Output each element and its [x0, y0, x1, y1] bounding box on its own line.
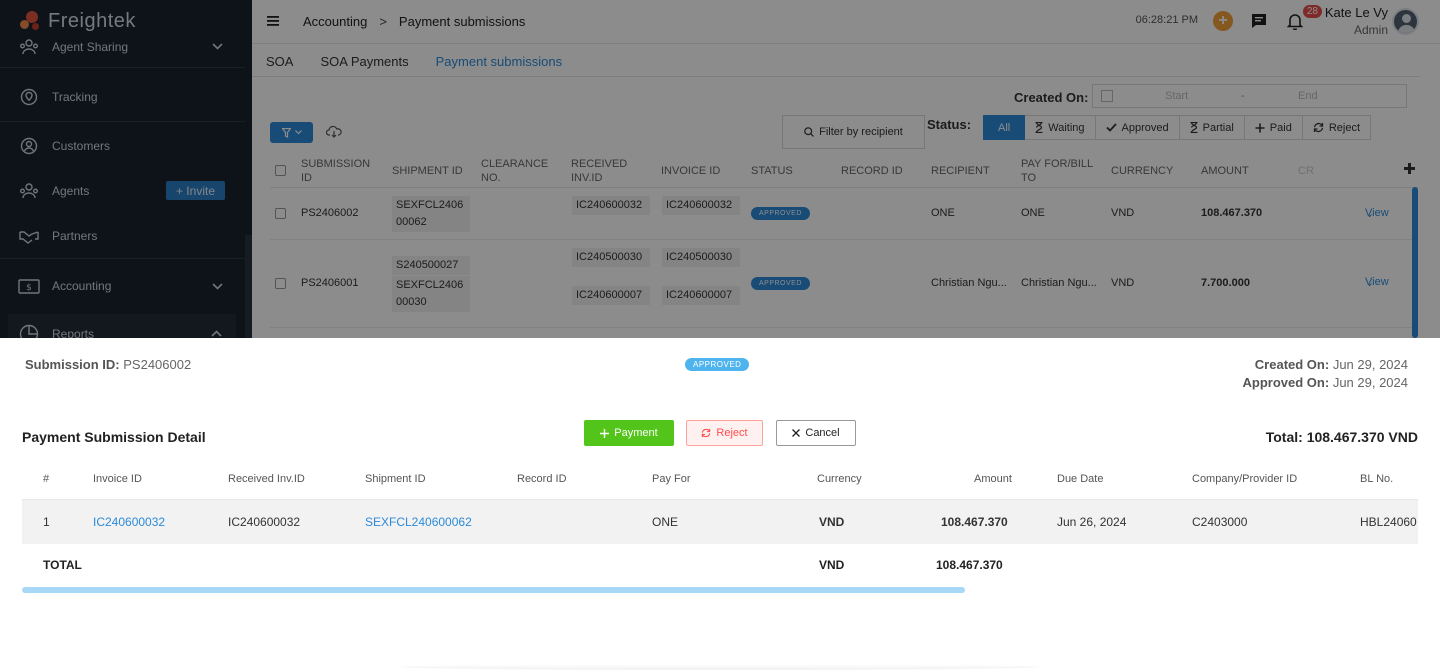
horizontal-scrollbar[interactable]	[22, 587, 965, 593]
close-icon	[792, 429, 801, 437]
refresh-icon	[702, 428, 711, 438]
col-received-inv-id: Received Inv.ID	[228, 473, 305, 485]
col-shipment-id: Shipment ID	[365, 473, 426, 485]
shipment-id-link[interactable]: SEXFCL240600062	[365, 515, 472, 529]
cancel-button[interactable]: Cancel	[776, 420, 856, 446]
col-pay-for: Pay For	[652, 473, 691, 485]
table-row[interactable]: 1 IC240600032 IC240600032 SEXFCL24060006…	[22, 500, 1418, 544]
cell-due-date: Jun 26, 2024	[1057, 515, 1127, 529]
col-bl-no: BL No.	[1360, 473, 1394, 485]
approved-on-field: Approved On: Jun 29, 2024	[1243, 375, 1408, 390]
total-row: TOTAL VND 108.467.370	[22, 544, 1418, 584]
modal-backdrop[interactable]	[0, 0, 1440, 338]
total-row-label: TOTAL	[43, 558, 82, 572]
col-currency: Currency	[817, 473, 862, 485]
cell-currency: VND	[819, 515, 845, 529]
reject-button-label: Reject	[716, 427, 748, 439]
cell-bl-no: HBL24060	[1360, 515, 1417, 529]
cell-index: 1	[43, 515, 50, 529]
invoice-id-link[interactable]: IC240600032	[93, 515, 165, 529]
payment-button[interactable]: Payment	[584, 420, 674, 446]
col-due-date: Due Date	[1057, 473, 1104, 485]
submission-id-label: Submission ID:	[25, 357, 120, 372]
col-record-id: Record ID	[517, 473, 567, 485]
payment-button-label: Payment	[614, 427, 658, 439]
col-invoice-id: Invoice ID	[93, 473, 142, 485]
submission-id-field: Submission ID: PS2406002	[25, 357, 191, 372]
col-amount: Amount	[974, 473, 1012, 485]
created-on-value: Jun 29, 2024	[1332, 357, 1408, 372]
col-index: #	[43, 473, 50, 485]
created-on-field: Created On: Jun 29, 2024	[1255, 357, 1408, 372]
cancel-button-label: Cancel	[805, 427, 840, 439]
submission-id-value: PS2406002	[123, 357, 192, 372]
reject-button[interactable]: Reject	[686, 420, 763, 446]
total-row-amount: 108.467.370	[936, 558, 1003, 572]
total-row-currency: VND	[819, 558, 845, 572]
cell-company-provider-id: C2403000	[1192, 515, 1248, 529]
cell-received-inv-id: IC240600032	[228, 515, 301, 529]
created-on-label: Created On:	[1254, 357, 1330, 372]
submission-detail-drawer: Submission ID: PS2406002 APPROVED Create…	[0, 338, 1440, 670]
total-amount: Total: 108.467.370 VND	[1265, 429, 1418, 445]
col-company-provider-id: Company/Provider ID	[1192, 473, 1298, 485]
cell-amount: 108.467.370	[941, 515, 1008, 529]
detail-table-header: # Invoice ID Received Inv.ID Shipment ID…	[22, 460, 1418, 500]
status-badge: APPROVED	[685, 358, 750, 371]
drawer-shadow	[400, 664, 1040, 670]
approved-on-label: Approved On:	[1242, 375, 1330, 390]
detail-title: Payment Submission Detail	[22, 429, 206, 445]
approved-on-value: Jun 29, 2024	[1332, 375, 1408, 390]
cell-pay-for: ONE	[652, 515, 679, 529]
plus-icon	[600, 428, 610, 438]
